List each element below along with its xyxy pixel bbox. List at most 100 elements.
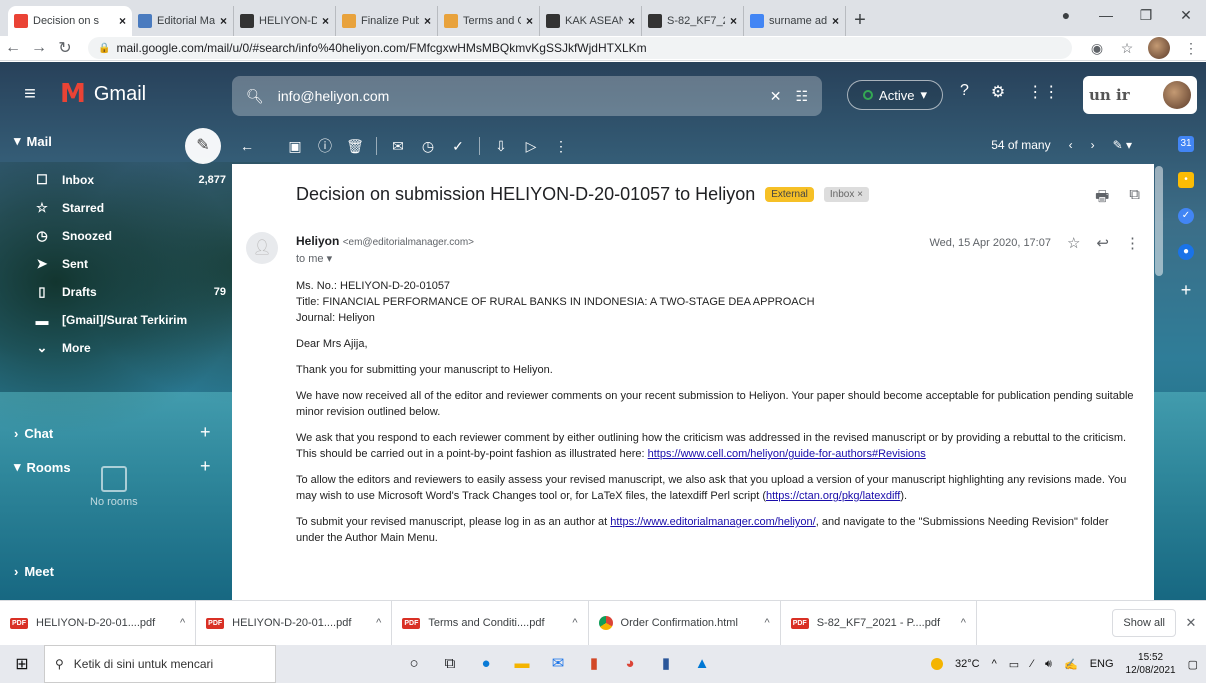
download-options-icon[interactable]: ^ [376, 617, 381, 629]
download-item[interactable]: Order Confirmation.html ^ [589, 600, 781, 646]
taskbar-search[interactable]: ⚲ Ketik di sini untuk mencari [44, 645, 276, 683]
sender-name[interactable]: Heliyon [296, 234, 339, 248]
download-item[interactable]: PDF S-82_KF7_2021 - P....pdf ^ [781, 600, 977, 646]
get-addons-plus-icon[interactable]: + [1181, 280, 1192, 301]
pen-icon[interactable]: ✍ [1064, 658, 1078, 671]
new-tab-icon[interactable]: + [846, 6, 874, 36]
browser-tab[interactable]: Editorial Man × [132, 6, 234, 36]
close-download-bar-icon[interactable]: ✕ [1176, 615, 1206, 631]
close-tab-icon[interactable]: × [424, 14, 431, 28]
report-spam-icon[interactable]: ⓘ [310, 136, 340, 156]
recipient-details[interactable]: to me ▾ [296, 252, 332, 265]
delete-icon[interactable]: 🗑︎ [340, 138, 370, 155]
clock[interactable]: 15:52 12/08/2021 [1126, 651, 1176, 677]
file-explorer-icon[interactable]: ▬ [504, 645, 540, 683]
inbox-label-badge[interactable]: Inbox × [823, 187, 869, 202]
download-options-icon[interactable]: ^ [572, 617, 577, 629]
apps-grid-icon[interactable]: ⋮⋮ [1027, 82, 1059, 102]
extension-icon[interactable]: ◉ [1082, 40, 1112, 57]
close-tab-icon[interactable]: × [220, 14, 227, 28]
scrollbar-thumb[interactable] [1155, 166, 1163, 276]
restore-icon[interactable]: ❐ [1126, 7, 1166, 24]
archive-icon[interactable]: ▣ [280, 138, 310, 155]
notifications-icon[interactable]: ▢ [1188, 658, 1198, 671]
sidebar-item[interactable]: ▬ [Gmail]/Surat Terkirim [0, 306, 232, 334]
sidebar-item[interactable]: ▯ Drafts 79 [0, 278, 232, 306]
windows-start-icon[interactable]: ⊞ [0, 654, 44, 674]
message-scrollbar[interactable] [1154, 166, 1164, 600]
sidebar-item[interactable]: ⌄ More [0, 334, 232, 362]
gmail-logo[interactable]: M Gmail [60, 79, 230, 109]
new-room-plus-icon[interactable]: + [200, 456, 211, 477]
search-icon[interactable]: 🔍︎ [246, 88, 264, 105]
volume-icon[interactable]: 🔊︎ [1045, 658, 1052, 671]
move-to-icon[interactable]: ⇩ [486, 138, 516, 155]
download-item[interactable]: PDF HELIYON-D-20-01....pdf ^ [196, 600, 393, 646]
tray-expand-icon[interactable]: ^ [992, 658, 997, 670]
account-avatar[interactable] [1163, 81, 1191, 109]
browser-tab[interactable]: S-82_KF7_202 × [642, 6, 744, 36]
language-indicator[interactable]: ENG [1090, 658, 1114, 670]
clear-search-icon[interactable]: ✕ [770, 88, 782, 105]
status-button[interactable]: Active ▾ [847, 80, 943, 110]
profile-avatar[interactable] [1148, 37, 1170, 59]
close-tab-icon[interactable]: × [832, 14, 839, 28]
browser-menu-icon[interactable]: ⋮ [1176, 40, 1206, 57]
search-options-icon[interactable]: ☷ [795, 88, 808, 105]
next-icon[interactable]: › [1091, 138, 1095, 152]
open-new-window-icon[interactable]: ⧉ [1129, 186, 1140, 211]
close-tab-icon[interactable]: × [119, 14, 126, 28]
latexdiff-link[interactable]: https://ctan.org/pkg/latexdiff [766, 490, 900, 502]
close-tab-icon[interactable]: × [322, 14, 329, 28]
task-view-icon[interactable]: ⧉ [432, 645, 468, 683]
network-icon[interactable]: ⁄ [1031, 658, 1033, 670]
add-task-icon[interactable]: ✓ [443, 138, 473, 155]
label-icon[interactable]: ▷ [516, 138, 546, 155]
bookmark-star-icon[interactable]: ☆ [1112, 40, 1142, 57]
search-input[interactable]: info@heliyon.com [278, 88, 756, 104]
sidebar-item[interactable]: ☐ Inbox 2,877 [0, 166, 232, 194]
previous-icon[interactable]: ‹ [1069, 138, 1073, 152]
photos-icon[interactable]: ▲ [684, 645, 720, 683]
browser-tab[interactable]: Finalize Publi × [336, 6, 438, 36]
browser-tab[interactable]: HELIYON-D-2 × [234, 6, 336, 36]
temperature[interactable]: 32°C [955, 658, 980, 670]
reload-icon[interactable]: ↻ [52, 38, 78, 58]
editorial-manager-link[interactable]: https://www.editorialmanager.com/heliyon… [610, 516, 815, 528]
settings-gear-icon[interactable]: ⚙ [991, 82, 1005, 102]
edge-icon[interactable]: ● [468, 645, 504, 683]
download-item[interactable]: PDF Terms and Conditi....pdf ^ [392, 600, 589, 646]
download-options-icon[interactable]: ^ [961, 617, 966, 629]
mark-unread-icon[interactable]: ✉ [383, 138, 413, 155]
word-icon[interactable]: ▮ [648, 645, 684, 683]
calendar-icon[interactable]: 31 [1178, 136, 1194, 152]
print-icon[interactable]: 🖶 [1095, 186, 1109, 211]
close-tab-icon[interactable]: × [628, 14, 635, 28]
meet-section-header[interactable]: › Meet [0, 556, 54, 586]
reply-icon[interactable]: ↩ [1096, 234, 1109, 252]
contacts-icon[interactable]: ● [1178, 244, 1194, 260]
powerpoint-icon[interactable]: ▮ [576, 645, 612, 683]
rooms-section-header[interactable]: ▾ Rooms [0, 452, 71, 482]
cortana-icon[interactable]: ○ [396, 645, 432, 683]
organization-logo[interactable]: un ir [1083, 76, 1197, 114]
new-chat-plus-icon[interactable]: + [200, 422, 211, 443]
download-options-icon[interactable]: ^ [180, 617, 185, 629]
back-icon[interactable]: ← [0, 39, 26, 57]
browser-tab[interactable]: Decision on s × [8, 6, 132, 36]
mail-app-icon[interactable]: ✉ [540, 645, 576, 683]
compose-button[interactable]: ✎ [185, 128, 221, 164]
help-icon[interactable]: ? [960, 82, 969, 102]
close-tab-icon[interactable]: × [526, 14, 533, 28]
download-options-icon[interactable]: ^ [765, 617, 770, 629]
star-icon[interactable]: ☆ [1067, 234, 1080, 252]
snooze-icon[interactable]: ◷ [413, 138, 443, 155]
show-all-button[interactable]: Show all [1112, 609, 1176, 637]
search-bar[interactable]: 🔍︎ info@heliyon.com ✕ ☷ [232, 76, 822, 116]
back-to-list-icon[interactable]: ← [232, 138, 262, 154]
forward-icon[interactable]: → [26, 39, 52, 57]
chrome-icon[interactable]: ◕ [612, 645, 648, 683]
revisions-link[interactable]: https://www.cell.com/heliyon/guide-for-a… [648, 448, 926, 460]
url-field[interactable]: 🔒 mail.google.com/mail/u/0/#search/info%… [88, 37, 1072, 59]
battery-icon[interactable]: ▭ [1009, 658, 1019, 671]
